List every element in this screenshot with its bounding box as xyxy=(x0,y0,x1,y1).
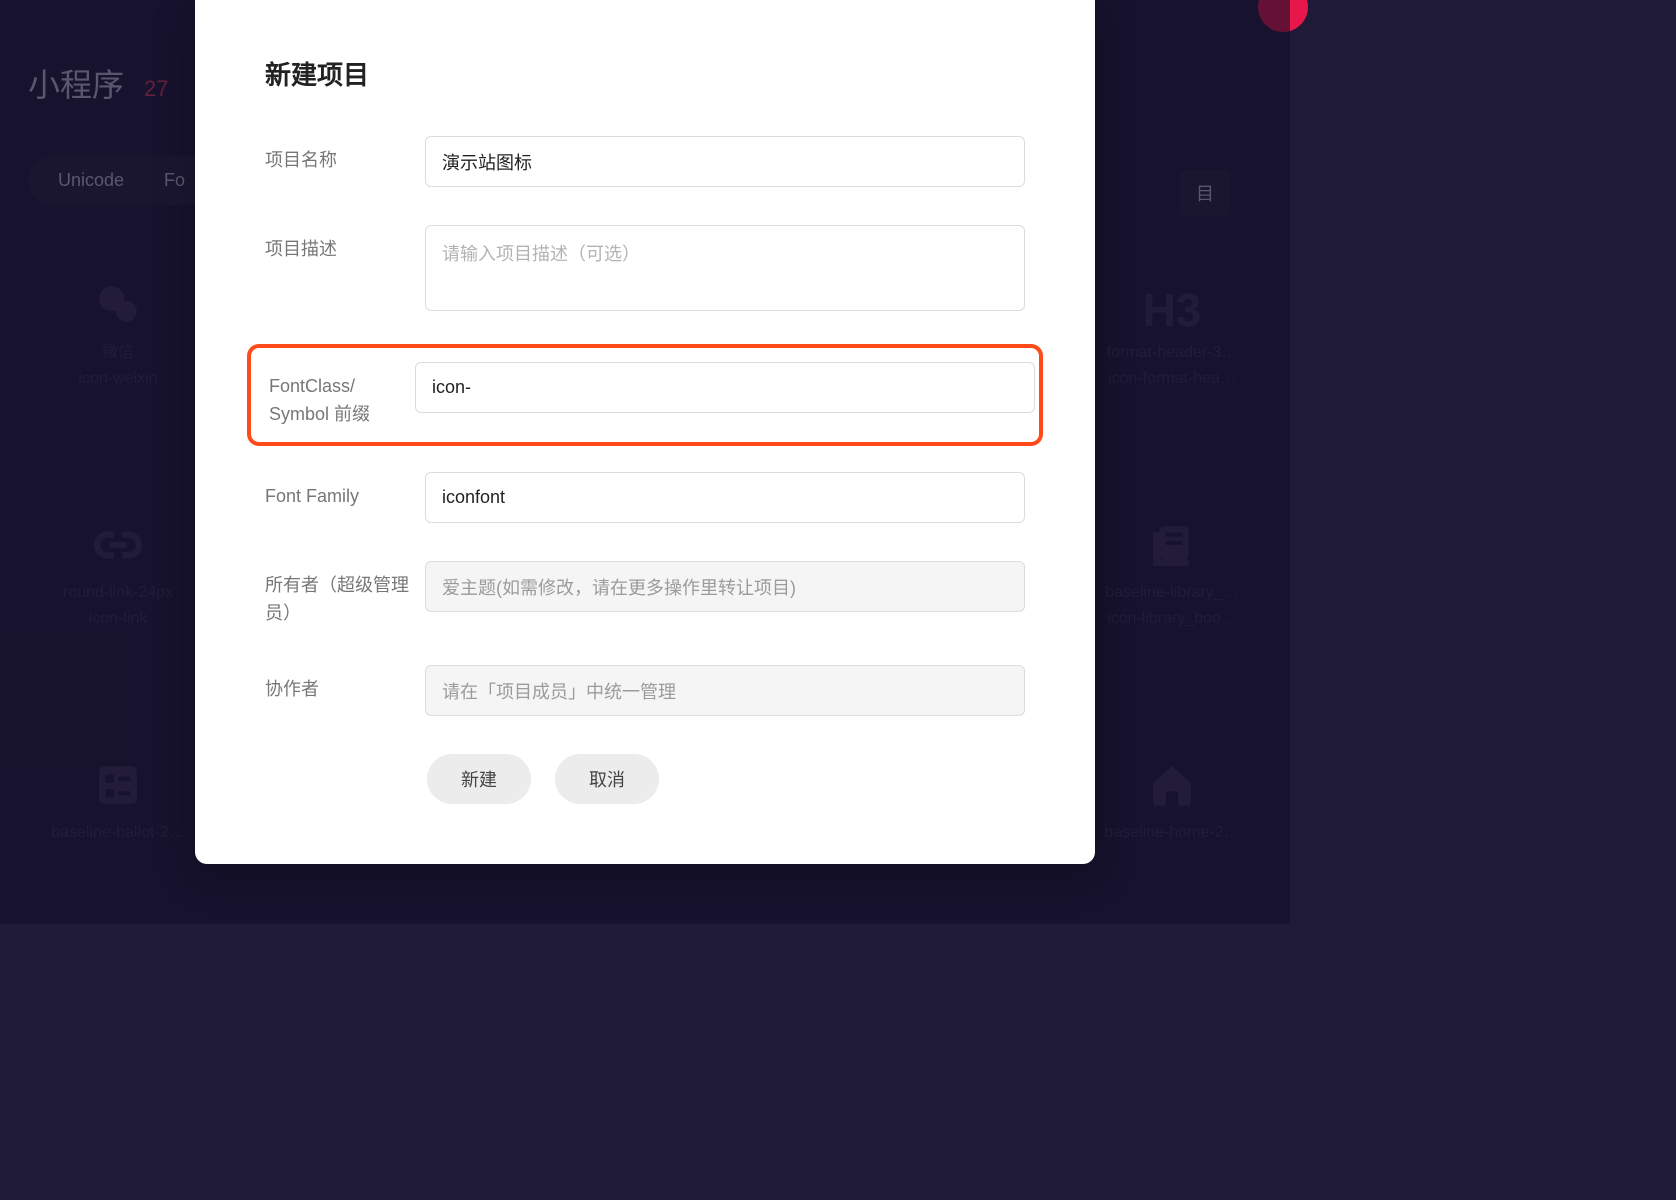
field-font-family: Font Family xyxy=(265,472,1025,523)
field-project-name: 项目名称 xyxy=(265,136,1025,187)
owner-input xyxy=(425,561,1025,612)
project-desc-input[interactable] xyxy=(425,225,1025,311)
field-project-desc: 项目描述 xyxy=(265,225,1025,316)
modal-actions: 新建 取消 xyxy=(427,754,1025,804)
field-prefix: FontClass/ Symbol 前缀 xyxy=(247,344,1043,446)
field-owner: 所有者（超级管理员） xyxy=(265,561,1025,627)
label-font-family: Font Family xyxy=(265,472,425,510)
prefix-input[interactable] xyxy=(415,362,1035,413)
project-name-input[interactable] xyxy=(425,136,1025,187)
cancel-button[interactable]: 取消 xyxy=(555,754,659,804)
new-project-modal: 新建项目 项目名称 项目描述 FontClass/ Symbol 前缀 Font… xyxy=(195,0,1095,864)
label-project-desc: 项目描述 xyxy=(265,225,425,263)
label-owner: 所有者（超级管理员） xyxy=(265,561,425,627)
label-project-name: 项目名称 xyxy=(265,136,425,174)
font-family-input[interactable] xyxy=(425,472,1025,523)
create-button[interactable]: 新建 xyxy=(427,754,531,804)
modal-title: 新建项目 xyxy=(265,55,1025,92)
field-collaborator: 协作者 xyxy=(265,665,1025,716)
label-prefix: FontClass/ Symbol 前缀 xyxy=(255,362,415,428)
label-collaborator: 协作者 xyxy=(265,665,425,703)
collaborator-input xyxy=(425,665,1025,716)
